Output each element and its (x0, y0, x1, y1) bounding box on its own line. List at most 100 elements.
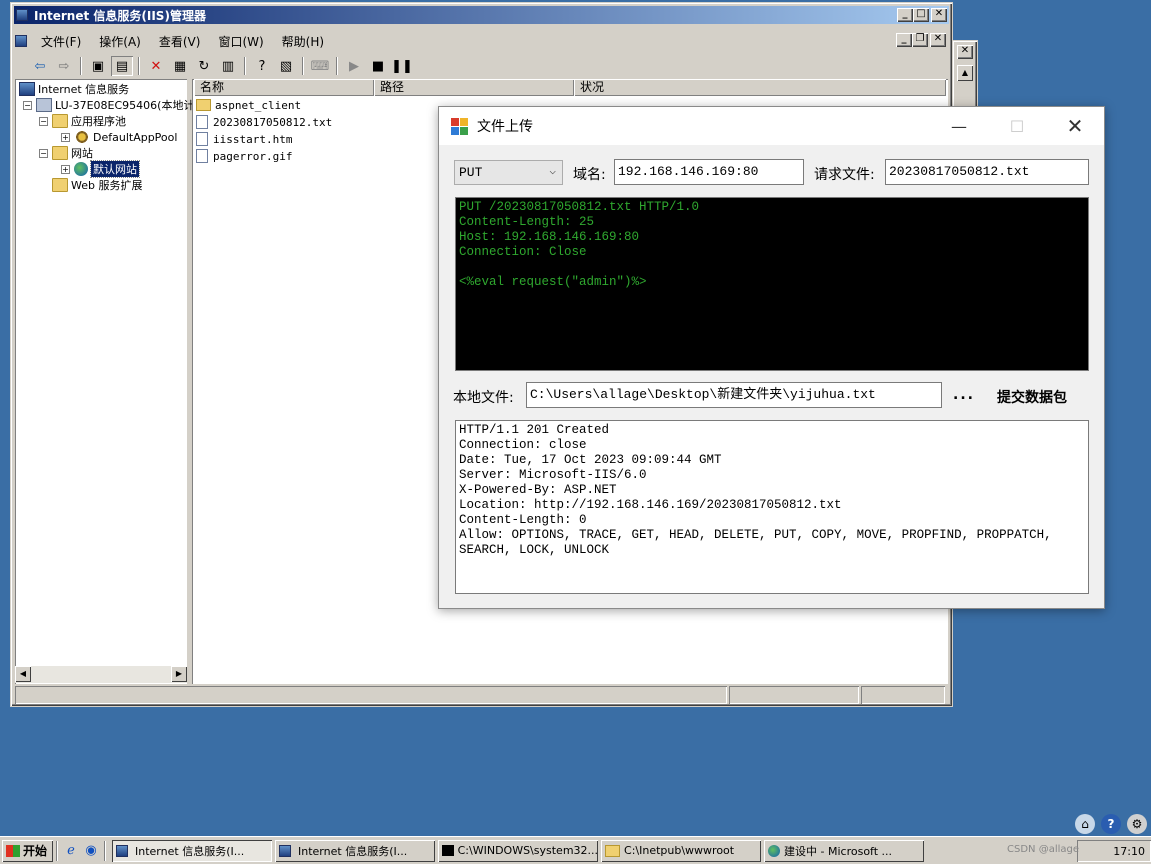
show-tree-icon[interactable]: ▤ (111, 56, 133, 76)
collapse-icon[interactable]: − (39, 148, 48, 158)
scroll-left-icon[interactable]: ◀ (15, 666, 31, 682)
export-list-icon[interactable]: ▥ (217, 56, 239, 76)
local-file-label: 本地文件: (453, 390, 514, 406)
system-tray: CSDN @allage 17:10 (1007, 840, 1151, 862)
task-explorer[interactable]: C:\Inetpub\wwwroot (601, 840, 761, 862)
expand-icon[interactable]: + (61, 132, 70, 142)
cmd-icon (442, 845, 454, 856)
task-label: 建设中 - Microsoft ... (784, 844, 893, 858)
menu-action[interactable]: 操作(A) (92, 33, 148, 50)
list-item[interactable]: iisstart.htm (196, 131, 292, 147)
play-icon[interactable]: ▶ (343, 56, 365, 76)
dialog-title: 文件上传 (477, 119, 533, 135)
menu-file[interactable]: 文件(F) (34, 33, 88, 50)
dialog-minimize-button[interactable]: — (930, 107, 988, 145)
request-file-label: 请求文件: (814, 167, 875, 183)
minimize-button[interactable]: _ (897, 8, 913, 22)
taskbar: 开始 ℯ ◉ Internet 信息服务(I... Internet 信息服务(… (0, 836, 1151, 864)
ie-quicklaunch-icon-2[interactable]: ◉ (81, 841, 101, 861)
dialog-titlebar[interactable]: 文件上传 — ☐ ✕ (439, 107, 1104, 145)
task-iis-1[interactable]: Internet 信息服务(I... (112, 839, 273, 862)
iis-titlebar[interactable]: Internet 信息服务(IIS)管理器 _ □ ✕ (14, 6, 949, 24)
collapse-icon[interactable]: − (39, 116, 48, 126)
watermark: CSDN @allage (1007, 844, 1080, 855)
stop-icon[interactable]: ■ (367, 56, 389, 76)
maximize-button[interactable]: □ (913, 8, 929, 22)
task-ie[interactable]: 建设中 - Microsoft ... (764, 840, 924, 862)
local-file-input[interactable]: C:\Users\allage\Desktop\新建文件夹\yijuhua.tx… (526, 382, 942, 408)
refresh-icon[interactable]: ↻ (193, 56, 215, 76)
clock[interactable]: 17:10 (1113, 845, 1145, 858)
tree-item-root[interactable]: Internet 信息服务 (19, 81, 129, 97)
file-name: 20230817050812.txt (213, 115, 333, 129)
tree-item-websites[interactable]: − 网站 (39, 145, 93, 161)
console-icon[interactable]: ▧ (275, 56, 297, 76)
start-button[interactable]: 开始 (2, 840, 53, 862)
tray-icon-area: ⌂ ? ⚙ (1075, 814, 1147, 834)
iis-icon (116, 844, 129, 857)
dialog-close-button[interactable]: ✕ (1046, 107, 1104, 145)
computer-icon[interactable]: ⌨ (309, 56, 331, 76)
child-close-button[interactable]: ✕ (930, 33, 946, 47)
column-header-status[interactable]: 状况 (574, 79, 946, 96)
properties-icon[interactable]: ▦ (169, 56, 191, 76)
tree-label: 默认网站 (90, 160, 140, 178)
iis-icon (19, 82, 35, 96)
task-iis-2[interactable]: Internet 信息服务(I... (275, 840, 435, 862)
tree-item-apppools[interactable]: − 应用程序池 (39, 113, 126, 129)
bg-scroll-up-icon[interactable]: ▲ (957, 65, 973, 81)
scroll-right-icon[interactable]: ▶ (171, 666, 187, 682)
tree-item-defaultsite[interactable]: + 默认网站 (61, 160, 140, 178)
tree-horizontal-scrollbar[interactable]: ◀ ▶ (15, 666, 187, 683)
list-item[interactable]: aspnet_client (196, 97, 301, 113)
bg-close-icon[interactable]: ✕ (957, 45, 973, 59)
menu-window[interactable]: 窗口(W) (211, 33, 270, 50)
child-minimize-button[interactable]: _ (896, 33, 912, 47)
file-name: aspnet_client (215, 98, 302, 112)
status-pane-3 (861, 686, 945, 704)
tree-item-webext[interactable]: Web 服务扩展 (52, 177, 142, 193)
forward-arrow-icon[interactable]: ⇨ (53, 56, 75, 76)
request-textarea[interactable]: PUT /20230817050812.txt HTTP/1.0 Content… (455, 197, 1089, 371)
column-header-path[interactable]: 路径 (374, 79, 574, 96)
request-file-input[interactable]: 20230817050812.txt (885, 159, 1089, 185)
file-name: pagerror.gif (213, 149, 293, 163)
column-header-name[interactable]: 名称 (194, 79, 374, 96)
tree-pane: Internet 信息服务 − LU-37E08EC95406(本地计 − 应用… (15, 79, 194, 684)
back-arrow-icon[interactable]: ⇦ (29, 56, 51, 76)
text-file-icon (196, 115, 208, 129)
close-button[interactable]: ✕ (931, 8, 947, 22)
list-item[interactable]: 20230817050812.txt (196, 114, 332, 130)
method-select[interactable]: PUT ⌵ (454, 160, 563, 185)
pause-icon[interactable]: ❚❚ (391, 56, 413, 76)
globe-icon (74, 162, 88, 176)
submit-packet-button[interactable]: 提交数据包 (997, 387, 1067, 407)
menu-view[interactable]: 查看(V) (152, 33, 208, 50)
browse-button[interactable]: ... (953, 387, 975, 403)
windows-logo-icon (6, 844, 20, 857)
tree-item-server[interactable]: − LU-37E08EC95406(本地计 (23, 97, 194, 113)
task-cmd[interactable]: C:\WINDOWS\system32... (438, 840, 598, 862)
settings-icon[interactable]: ⚙ (1127, 814, 1147, 834)
tree-label: Internet 信息服务 (38, 83, 130, 96)
toolbar: ⇦ ⇨ ▣ ▤ ✕ ▦ ↻ ▥ ? ▧ ⌨ ▶ ■ ❚❚ (15, 54, 948, 78)
up-folder-icon[interactable]: ▣ (87, 56, 109, 76)
list-item[interactable]: pagerror.gif (196, 148, 292, 164)
help-icon[interactable]: ? (1101, 814, 1121, 834)
tree-item-defaultpool[interactable]: + DefaultAppPool (61, 129, 177, 145)
mdi-child-icon[interactable] (15, 35, 27, 47)
ie-quicklaunch-icon[interactable]: ℯ (61, 841, 81, 861)
domain-input[interactable]: 192.168.146.169:80 (614, 159, 804, 185)
help-icon[interactable]: ? (251, 56, 273, 76)
dialog-maximize-button: ☐ (1009, 116, 1025, 136)
folder-icon (605, 844, 621, 857)
image-file-icon (196, 149, 208, 163)
child-restore-button[interactable]: ❐ (912, 33, 928, 47)
network-icon[interactable]: ⌂ (1075, 814, 1095, 834)
expand-icon[interactable]: + (61, 164, 70, 174)
menu-help[interactable]: 帮助(H) (275, 33, 331, 50)
iis-title: Internet 信息服务(IIS)管理器 (34, 8, 206, 23)
collapse-icon[interactable]: − (23, 100, 32, 110)
delete-icon[interactable]: ✕ (145, 56, 167, 76)
response-textarea[interactable]: HTTP/1.1 201 Created Connection: close D… (455, 420, 1089, 594)
